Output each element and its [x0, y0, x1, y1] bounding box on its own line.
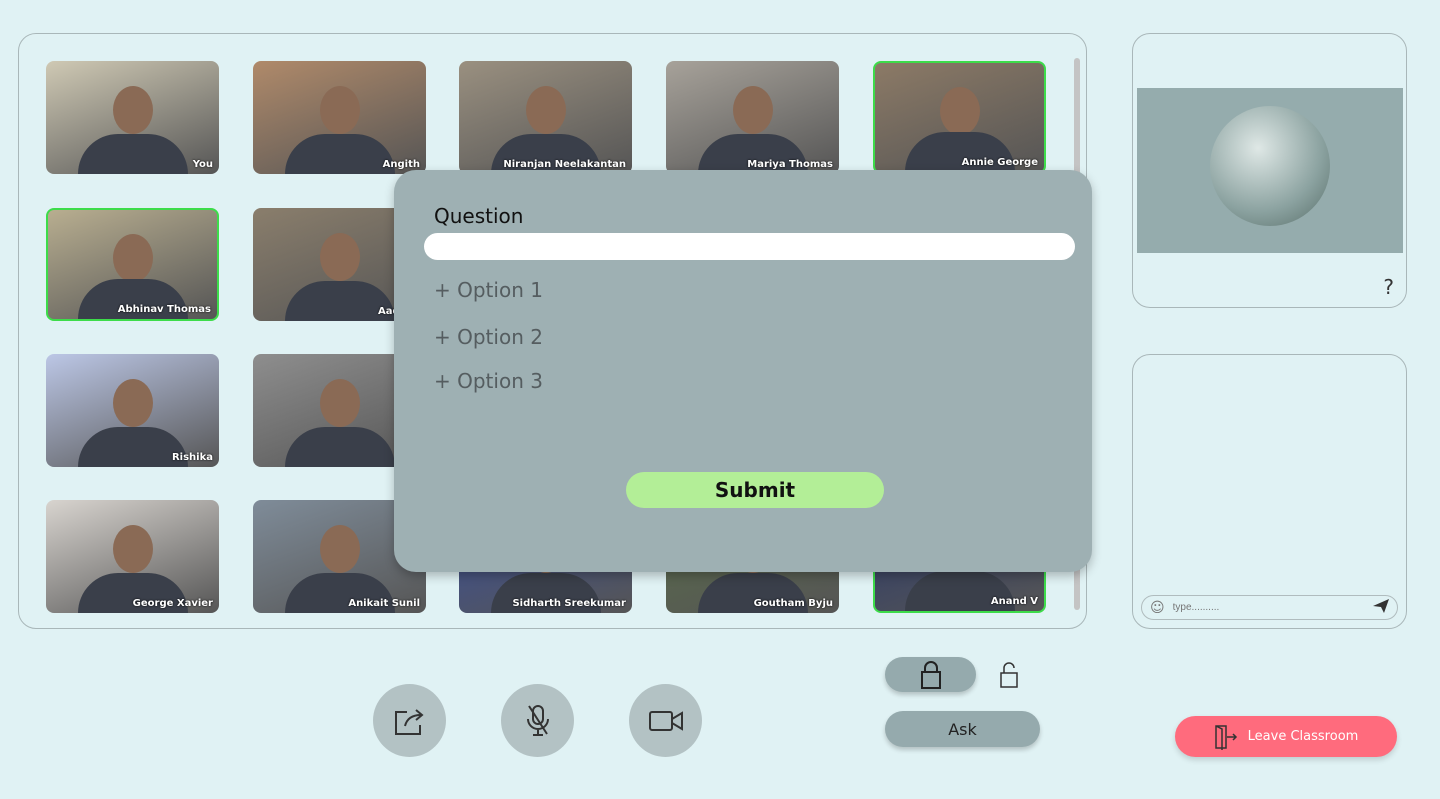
- add-option-3[interactable]: + Option 3: [434, 369, 543, 393]
- lock-icon: [920, 660, 941, 689]
- participant-face: [112, 85, 153, 134]
- participant-name: Angith: [382, 159, 420, 170]
- add-option-2[interactable]: + Option 2: [434, 325, 543, 349]
- participant-body: [284, 134, 395, 174]
- participant-tile[interactable]: You: [46, 61, 219, 174]
- chat-panel: ☺: [1132, 354, 1407, 629]
- participant-face: [939, 86, 980, 135]
- participant-name: Anand V: [990, 596, 1038, 607]
- teacher-panel: ?: [1132, 33, 1407, 308]
- lock-button[interactable]: [885, 657, 976, 692]
- participant-tile[interactable]: Abhinav Thomas: [46, 208, 219, 321]
- participant-name: Abhinav Thomas: [117, 304, 211, 315]
- participant-tile[interactable]: Mariya Thomas: [666, 61, 839, 174]
- share-icon: [394, 708, 424, 735]
- add-option-1[interactable]: + Option 1: [434, 278, 543, 302]
- share-screen-button[interactable]: [373, 684, 446, 757]
- teacher-avatar: [1210, 106, 1330, 226]
- mic-off-icon: [526, 704, 549, 736]
- poll-question-dialog: Question + Option 1 + Option 2 + Option …: [394, 170, 1092, 572]
- help-icon[interactable]: ?: [1383, 275, 1394, 299]
- send-icon[interactable]: [1373, 598, 1389, 617]
- participant-face: [525, 85, 566, 134]
- participant-face: [112, 378, 153, 427]
- mute-mic-button[interactable]: [501, 684, 574, 757]
- leave-label: Leave Classroom: [1247, 729, 1359, 744]
- exit-door-icon: [1214, 724, 1237, 750]
- unlock-icon: [1000, 662, 1018, 688]
- participant-name: George Xavier: [132, 598, 213, 609]
- participant-face: [319, 232, 360, 281]
- chat-input[interactable]: [1172, 602, 1365, 613]
- question-label: Question: [434, 204, 524, 228]
- participant-name: Anikait Sunil: [348, 598, 420, 609]
- participant-name: Mariya Thomas: [747, 159, 833, 170]
- participant-face: [112, 233, 153, 282]
- participant-face: [319, 378, 360, 427]
- participant-name: Goutham Byju: [753, 598, 833, 609]
- participant-name: Sidharth Sreekumar: [512, 598, 626, 609]
- participant-face: [319, 85, 360, 134]
- participant-tile[interactable]: Annie George: [873, 61, 1046, 174]
- participant-tile[interactable]: George Xavier: [46, 500, 219, 613]
- participant-name: Rishika: [171, 452, 213, 463]
- participant-tile[interactable]: Rishika: [46, 354, 219, 467]
- submit-button[interactable]: Submit: [626, 472, 884, 508]
- participant-name: Niranjan Neelakantan: [503, 159, 626, 170]
- participant-face: [319, 524, 360, 573]
- emoji-icon[interactable]: ☺: [1150, 600, 1165, 616]
- participant-name: You: [192, 159, 213, 170]
- leave-classroom-button[interactable]: Leave Classroom: [1175, 716, 1397, 757]
- camera-button[interactable]: [629, 684, 702, 757]
- participant-tile[interactable]: Angith: [253, 61, 426, 174]
- teacher-video: [1137, 88, 1403, 253]
- chat-input-bar: ☺: [1141, 595, 1398, 620]
- participant-tile[interactable]: Niranjan Neelakantan: [459, 61, 632, 174]
- participant-body: [284, 427, 395, 467]
- participant-body: [77, 134, 188, 174]
- video-camera-icon: [648, 710, 683, 731]
- unlock-button[interactable]: [999, 662, 1019, 692]
- participant-face: [112, 524, 153, 573]
- participant-face: [732, 85, 773, 134]
- question-input[interactable]: [424, 233, 1075, 260]
- ask-button[interactable]: Ask: [885, 711, 1040, 747]
- participant-name: Annie George: [961, 157, 1038, 168]
